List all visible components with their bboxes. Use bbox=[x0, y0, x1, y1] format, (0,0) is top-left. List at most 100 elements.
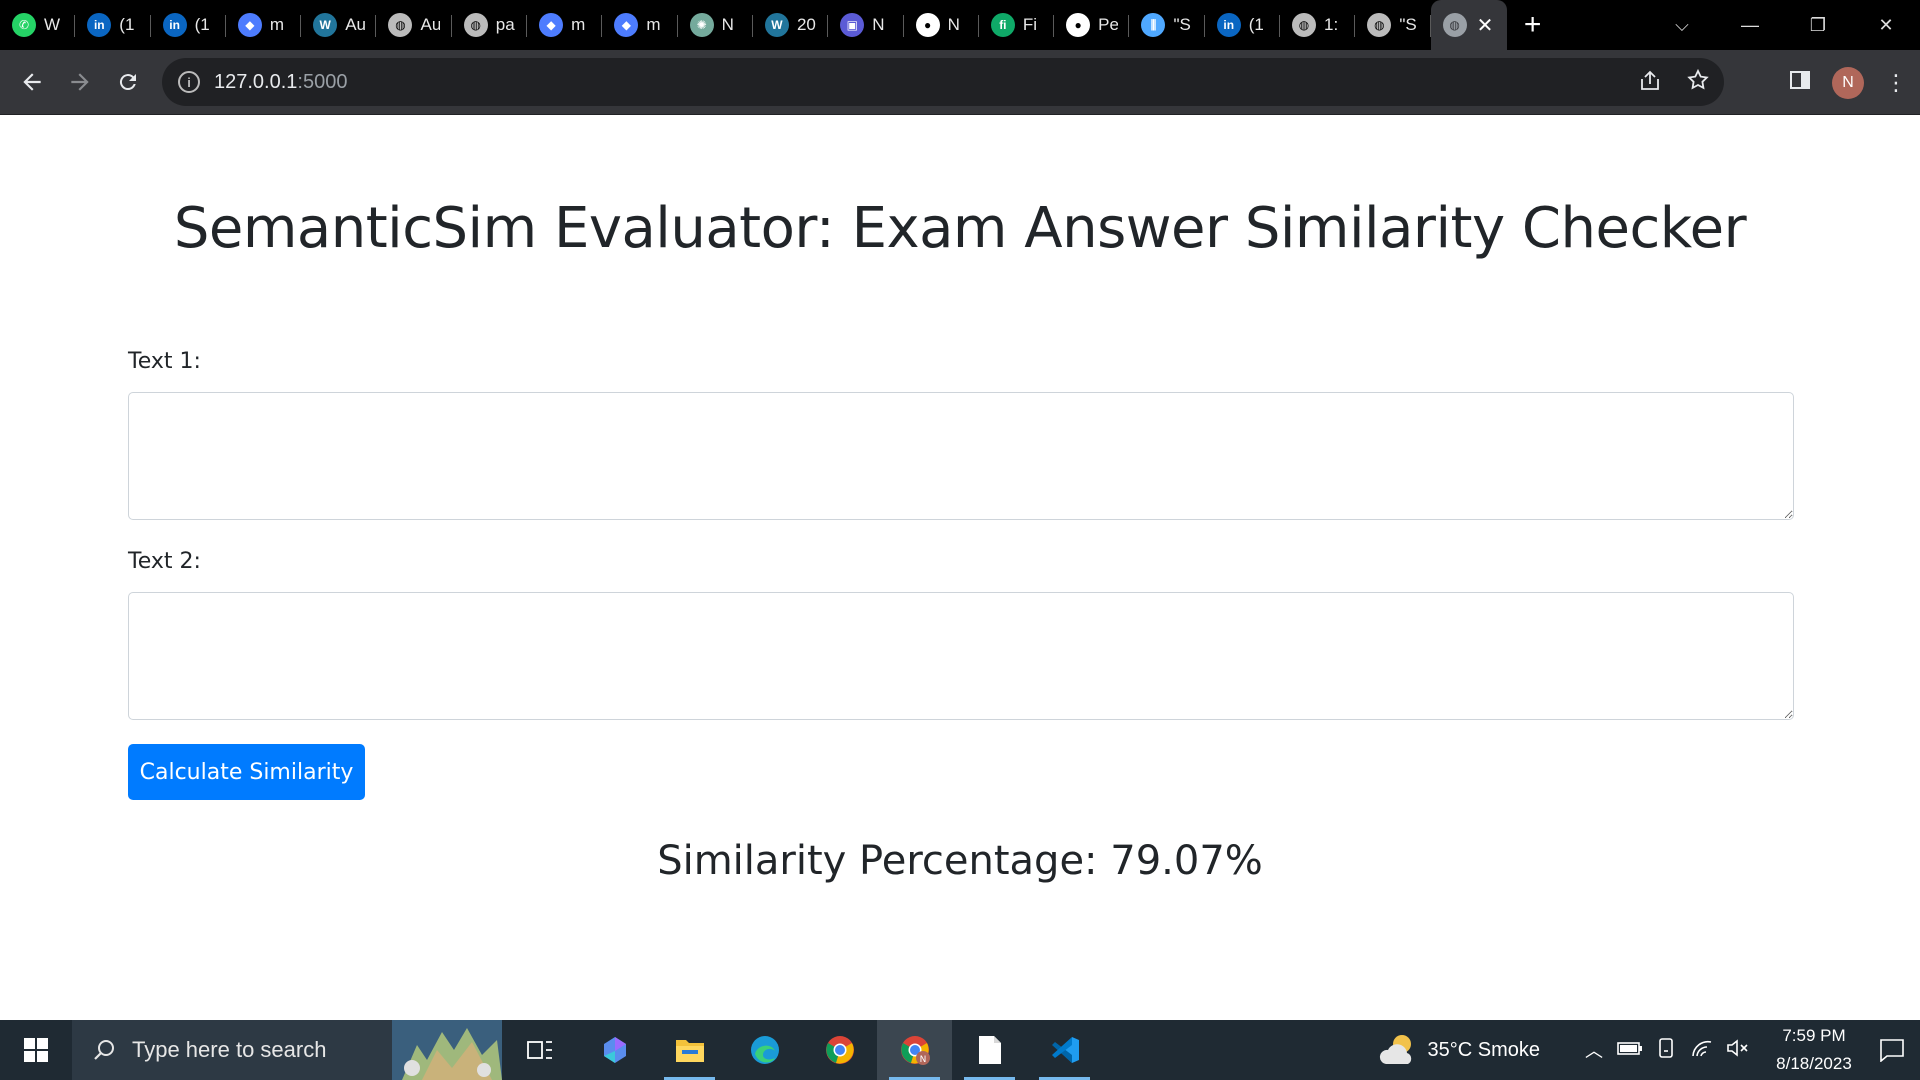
browser-tab[interactable]: W Au bbox=[301, 0, 377, 50]
address-bar[interactable]: i 127.0.0.1 :5000 bbox=[162, 58, 1724, 106]
task-view-icon bbox=[526, 1041, 552, 1059]
task-view-button[interactable] bbox=[502, 1020, 577, 1080]
window-controls: ⌵ — ❐ ✕ bbox=[1648, 0, 1920, 50]
site-info-icon[interactable]: i bbox=[178, 71, 200, 93]
weather-widget[interactable]: 35°C Smoke bbox=[1378, 1032, 1541, 1068]
taskbar-chrome[interactable] bbox=[802, 1020, 877, 1080]
browser-tab[interactable]: in (1 bbox=[1205, 0, 1281, 50]
menu-kebab-icon[interactable]: ⋮ bbox=[1872, 70, 1920, 96]
tab-title: N bbox=[721, 15, 734, 34]
chrome-profile-icon: N bbox=[900, 1036, 930, 1065]
tab-title: N bbox=[947, 15, 960, 34]
tab-search-icon[interactable]: ⌵ bbox=[1648, 15, 1716, 36]
minimize-button[interactable]: — bbox=[1716, 15, 1784, 36]
text2-textarea[interactable] bbox=[128, 592, 1794, 720]
browser-tab[interactable]: ◍ Au bbox=[376, 0, 452, 50]
browser-tab[interactable]: ✆ W bbox=[0, 0, 76, 50]
back-button[interactable] bbox=[8, 58, 56, 106]
columns-icon: ⫼ bbox=[1141, 13, 1166, 37]
taskbar-apps: N bbox=[502, 1020, 1102, 1080]
tab-title: m bbox=[269, 15, 285, 34]
vscode-icon bbox=[1051, 1037, 1079, 1063]
system-tray: 35°C Smoke ︿ 7:59 PM 8/18/2023 bbox=[1378, 1020, 1920, 1080]
copilot-icon bbox=[603, 1037, 626, 1063]
taskbar-vscode[interactable] bbox=[1027, 1020, 1102, 1080]
browser-tab[interactable]: W 20 bbox=[753, 0, 829, 50]
browser-tab[interactable]: ◍ 1: bbox=[1280, 0, 1356, 50]
browser-tab-strip: ✆ Win (1 in (1 ◆ m W Au ◍ Au ◍ pa ◆ m ◆ m ✺ N W 20 ▣ N ● Nfi Fi ● P… bbox=[0, 0, 1920, 50]
search-placeholder: Type here to search bbox=[132, 1037, 327, 1062]
browser-tab[interactable]: in (1 bbox=[151, 0, 226, 50]
close-tab-icon[interactable]: ✕ bbox=[1477, 13, 1494, 38]
toolbar-right: N ⋮ bbox=[1776, 50, 1920, 115]
text1-textarea[interactable] bbox=[128, 392, 1794, 520]
calculate-similarity-button[interactable]: Calculate Similarity bbox=[128, 744, 365, 800]
cloudy-night-icon bbox=[1379, 1035, 1411, 1064]
clock-time: 7:59 PM bbox=[1782, 1026, 1846, 1045]
graduation-cap-icon: ◆ bbox=[237, 13, 262, 37]
app-icon: ▣ bbox=[840, 13, 865, 37]
document-icon bbox=[978, 1036, 1001, 1064]
browser-tab[interactable]: ◍ "S bbox=[1355, 0, 1431, 50]
taskbar-edge[interactable] bbox=[727, 1020, 802, 1080]
browser-tab[interactable]: ◆ m bbox=[527, 0, 603, 50]
tab-list: ✆ Win (1 in (1 ◆ m W Au ◍ Au ◍ pa ◆ m ◆ m ✺ N W 20 ▣ N ● Nfi Fi ● P… bbox=[0, 0, 1507, 50]
graduation-cap-icon: ◆ bbox=[614, 13, 639, 37]
forward-button[interactable] bbox=[56, 58, 104, 106]
tab-title: Fi bbox=[1022, 15, 1038, 34]
reload-button[interactable] bbox=[104, 58, 152, 106]
browser-tab[interactable]: ● N bbox=[904, 0, 979, 50]
wifi-icon[interactable] bbox=[1684, 1038, 1720, 1063]
tab-title: Au bbox=[345, 15, 366, 34]
notifications-button[interactable] bbox=[1864, 1038, 1920, 1062]
device-icon[interactable] bbox=[1648, 1037, 1684, 1064]
browser-tab[interactable]: ◆ m bbox=[602, 0, 678, 50]
active-tab[interactable]: ◍ ✕ bbox=[1430, 0, 1507, 50]
tab-title: Au bbox=[420, 15, 441, 34]
browser-tab[interactable]: ⫼ "S bbox=[1129, 0, 1205, 50]
taskbar-notepad[interactable] bbox=[952, 1020, 1027, 1080]
taskbar-search-box[interactable]: Type here to search bbox=[72, 1020, 502, 1080]
clock-date: 8/18/2023 bbox=[1776, 1054, 1852, 1073]
browser-tab[interactable]: ◆ m bbox=[226, 0, 302, 50]
browser-tab[interactable]: ◍ pa bbox=[452, 0, 528, 50]
linkedin-icon: in bbox=[1216, 13, 1241, 37]
weather-text: 35°C Smoke bbox=[1427, 1038, 1541, 1061]
taskbar-file-explorer[interactable] bbox=[652, 1020, 727, 1080]
profile-avatar[interactable]: N bbox=[1832, 66, 1864, 99]
browser-tab[interactable]: ✺ N bbox=[678, 0, 753, 50]
tab-title: m bbox=[571, 15, 586, 34]
browser-tab[interactable]: ▣ N bbox=[828, 0, 904, 50]
graduation-cap-icon: ◆ bbox=[539, 13, 564, 37]
windows-logo-icon bbox=[24, 1038, 48, 1062]
github-icon: ● bbox=[915, 13, 940, 37]
start-button[interactable] bbox=[0, 1020, 72, 1080]
volume-muted-icon[interactable] bbox=[1720, 1038, 1756, 1063]
search-highlight-illustration bbox=[392, 1020, 502, 1080]
taskbar-copilot[interactable] bbox=[577, 1020, 652, 1080]
url-port: :5000 bbox=[297, 70, 348, 93]
side-panel-icon[interactable] bbox=[1776, 69, 1824, 97]
tab-title: pa bbox=[495, 15, 515, 34]
svg-text:N: N bbox=[919, 1055, 926, 1065]
text1-label: Text 1: bbox=[128, 349, 201, 374]
system-clock[interactable]: 7:59 PM 8/18/2023 bbox=[1764, 1022, 1864, 1078]
close-window-button[interactable]: ✕ bbox=[1852, 15, 1920, 36]
battery-icon[interactable] bbox=[1612, 1040, 1648, 1061]
show-hidden-icons-chevron-icon[interactable]: ︿ bbox=[1576, 1037, 1612, 1063]
browser-tab[interactable]: in (1 bbox=[75, 0, 151, 50]
taskbar-chrome-profile[interactable]: N bbox=[877, 1020, 952, 1080]
search-icon bbox=[94, 1040, 114, 1060]
browser-tab[interactable]: ● Pe bbox=[1054, 0, 1130, 50]
browser-tab[interactable]: fi Fi bbox=[979, 0, 1055, 50]
wordpress-icon: W bbox=[313, 13, 338, 37]
new-tab-button[interactable]: + bbox=[1507, 0, 1559, 50]
whatsapp-icon: ✆ bbox=[12, 13, 36, 37]
restore-button[interactable]: ❐ bbox=[1784, 15, 1852, 36]
url-host: 127.0.0.1 bbox=[214, 70, 298, 93]
chatgpt-icon: ✺ bbox=[689, 13, 714, 37]
fi-icon: fi bbox=[990, 13, 1015, 37]
arrow-right-icon bbox=[71, 73, 89, 91]
bookmark-star-icon[interactable] bbox=[1686, 68, 1710, 98]
share-icon[interactable] bbox=[1638, 69, 1662, 99]
